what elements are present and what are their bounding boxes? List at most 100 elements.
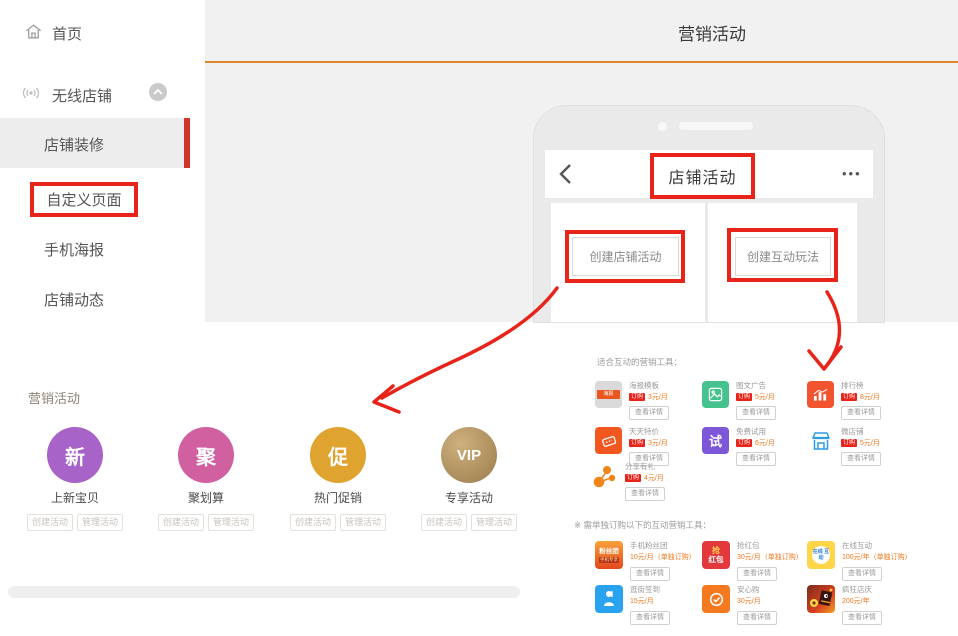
status-badge: 订购 bbox=[625, 474, 641, 482]
sidebar: 首页 无线店铺 店铺装修 自定义页面 手机海报 店铺动态 bbox=[0, 0, 190, 332]
manage-activity-button[interactable]: 管理活动 bbox=[471, 514, 517, 531]
view-detail-button[interactable]: 查看详情 bbox=[737, 567, 777, 581]
card-label: 聚划算 bbox=[145, 489, 267, 506]
arrow-right-head bbox=[809, 347, 841, 369]
status-badge: 订购 bbox=[841, 393, 857, 401]
marketing-card-promo: 促 热门促销 创建活动 管理活动 bbox=[277, 427, 399, 531]
card-label: 热门促销 bbox=[277, 489, 399, 506]
annotation-box-shop-activity: 店铺活动 bbox=[650, 153, 755, 199]
tool-price: 4元/月 bbox=[644, 473, 664, 483]
create-activity-button[interactable]: 创建活动 bbox=[421, 514, 467, 531]
annotation-box-create-activity bbox=[565, 230, 685, 283]
order-tools-heading: ※ 需单独订购以下的互动营销工具： bbox=[574, 519, 711, 531]
header-accent-line bbox=[205, 61, 958, 63]
tool-name: 排行榜 bbox=[841, 381, 958, 390]
view-detail-button[interactable]: 查看详情 bbox=[841, 452, 881, 466]
tool-name: 分享有礼 bbox=[625, 462, 745, 471]
sidebar-item-shop-decoration[interactable]: 店铺装修 bbox=[0, 118, 190, 168]
tool-item[interactable]: 排行榜 订购8元/月 查看详情 bbox=[807, 381, 958, 420]
view-detail-button[interactable]: 查看详情 bbox=[629, 406, 669, 420]
page-title: 营销活动 bbox=[632, 20, 792, 45]
daily-deal-icon bbox=[595, 427, 622, 454]
create-activity-button[interactable]: 创建活动 bbox=[290, 514, 336, 531]
tool-price: 8元/月 bbox=[860, 392, 880, 402]
phone-camera-dot bbox=[658, 122, 667, 131]
annotation-box-create-interactive bbox=[727, 228, 838, 282]
chevron-up-icon bbox=[153, 88, 163, 96]
sidebar-item-label: 店铺装修 bbox=[44, 137, 104, 154]
tool-price: 200元/年 bbox=[842, 596, 958, 606]
fans-club-icon: 粉丝团 手机专享 bbox=[595, 541, 623, 569]
manage-activity-button[interactable]: 管理活动 bbox=[340, 514, 386, 531]
vip-badge: VIP bbox=[441, 427, 497, 483]
tool-price: 3元/月 bbox=[648, 392, 668, 402]
view-detail-button[interactable]: 查看详情 bbox=[630, 567, 670, 581]
phone-nav-title: 店铺活动 bbox=[668, 164, 736, 188]
sidebar-item-label[interactable]: 首页 bbox=[52, 23, 82, 44]
suitable-tools-heading: 适合互动的营销工具： bbox=[597, 356, 682, 368]
phone-speaker bbox=[679, 122, 753, 130]
image-ad-icon bbox=[702, 381, 729, 408]
sidebar-item-custom-page[interactable]: 自定义页面 bbox=[46, 189, 121, 210]
status-badge: 订购 bbox=[629, 439, 645, 447]
crazy-sale-icon bbox=[807, 585, 835, 613]
view-detail-button[interactable]: 查看详情 bbox=[737, 611, 777, 625]
create-activity-button[interactable]: 创建活动 bbox=[158, 514, 204, 531]
annotation-box-custom-page: 自定义页面 bbox=[30, 182, 138, 217]
juhuasuan-badge: 聚 bbox=[178, 427, 234, 483]
status-badge: 订购 bbox=[841, 439, 857, 447]
checkin-person-icon bbox=[595, 585, 623, 613]
view-detail-button[interactable]: 查看详情 bbox=[630, 611, 670, 625]
home-icon bbox=[24, 22, 43, 41]
card-label: 专享活动 bbox=[408, 489, 530, 506]
view-detail-button[interactable]: 查看详情 bbox=[842, 611, 882, 625]
marketing-card-vip: VIP 专享活动 创建活动 管理活动 bbox=[408, 427, 530, 531]
tool-price: 100元/年（单独订购） bbox=[842, 552, 958, 562]
tool-item[interactable]: 疯狂店庆 200元/年 查看详情 bbox=[807, 585, 958, 625]
broadcast-icon bbox=[21, 84, 41, 102]
arrow-left-head bbox=[374, 386, 399, 412]
tool-price: 5元/月 bbox=[860, 438, 880, 448]
view-detail-button[interactable]: 查看详情 bbox=[842, 567, 882, 581]
collapse-button[interactable] bbox=[149, 83, 167, 101]
sidebar-item-label[interactable]: 无线店铺 bbox=[52, 85, 112, 106]
share-nodes-icon bbox=[591, 462, 618, 489]
back-icon[interactable] bbox=[558, 163, 572, 185]
status-badge: 订购 bbox=[629, 393, 645, 401]
view-detail-button[interactable]: 查看详情 bbox=[625, 487, 665, 501]
tool-price: 5元/月 bbox=[755, 392, 775, 402]
manage-activity-button[interactable]: 管理活动 bbox=[77, 514, 123, 531]
view-detail-button[interactable]: 查看详情 bbox=[841, 406, 881, 420]
check-pin-icon bbox=[702, 585, 730, 613]
free-trial-icon: 试 bbox=[702, 427, 729, 454]
tool-item[interactable]: 分享有礼 订购4元/月 查看详情 bbox=[591, 462, 745, 501]
create-activity-button[interactable]: 创建活动 bbox=[27, 514, 73, 531]
manage-activity-button[interactable]: 管理活动 bbox=[208, 514, 254, 531]
marketing-card-juhuasuan: 聚 聚划算 创建活动 管理活动 bbox=[145, 427, 267, 531]
tool-price: 6元/月 bbox=[755, 438, 775, 448]
tool-name: 疯狂店庆 bbox=[842, 585, 958, 594]
active-indicator bbox=[184, 118, 190, 168]
status-badge: 订购 bbox=[736, 393, 752, 401]
card-label: 上新宝贝 bbox=[14, 489, 136, 506]
more-menu-icon[interactable]: ••• bbox=[842, 166, 862, 181]
sidebar-item-shop-feed[interactable]: 店铺动态 bbox=[44, 289, 104, 310]
poster-template-icon: 海报 bbox=[595, 381, 622, 408]
view-detail-button[interactable]: 查看详情 bbox=[736, 406, 776, 420]
section-divider-bar bbox=[8, 586, 520, 598]
page: 首页 无线店铺 店铺装修 自定义页面 手机海报 店铺动态 营销活动 •• bbox=[0, 0, 958, 636]
tool-item[interactable]: 在线 互动 在线互动 100元/年（单独订购） 查看详情 bbox=[807, 541, 958, 581]
tool-price: 3元/月 bbox=[648, 438, 668, 448]
tool-name: 微店铺 bbox=[841, 427, 958, 436]
marketing-section-title: 营销活动 bbox=[28, 388, 80, 407]
tool-name: 在线互动 bbox=[842, 541, 958, 550]
tool-item[interactable]: 微店铺 订购5元/月 查看详情 bbox=[807, 427, 958, 466]
marketing-card-new: 新 上新宝贝 创建活动 管理活动 bbox=[14, 427, 136, 531]
storefront-icon bbox=[807, 427, 834, 454]
promo-badge: 促 bbox=[310, 427, 366, 483]
ranking-chart-icon bbox=[807, 381, 834, 408]
status-badge: 订购 bbox=[736, 439, 752, 447]
sidebar-item-mobile-poster[interactable]: 手机海报 bbox=[44, 239, 104, 260]
red-packet-icon: 抢 红包 bbox=[702, 541, 730, 569]
online-interaction-icon: 在线 互动 bbox=[807, 541, 835, 569]
